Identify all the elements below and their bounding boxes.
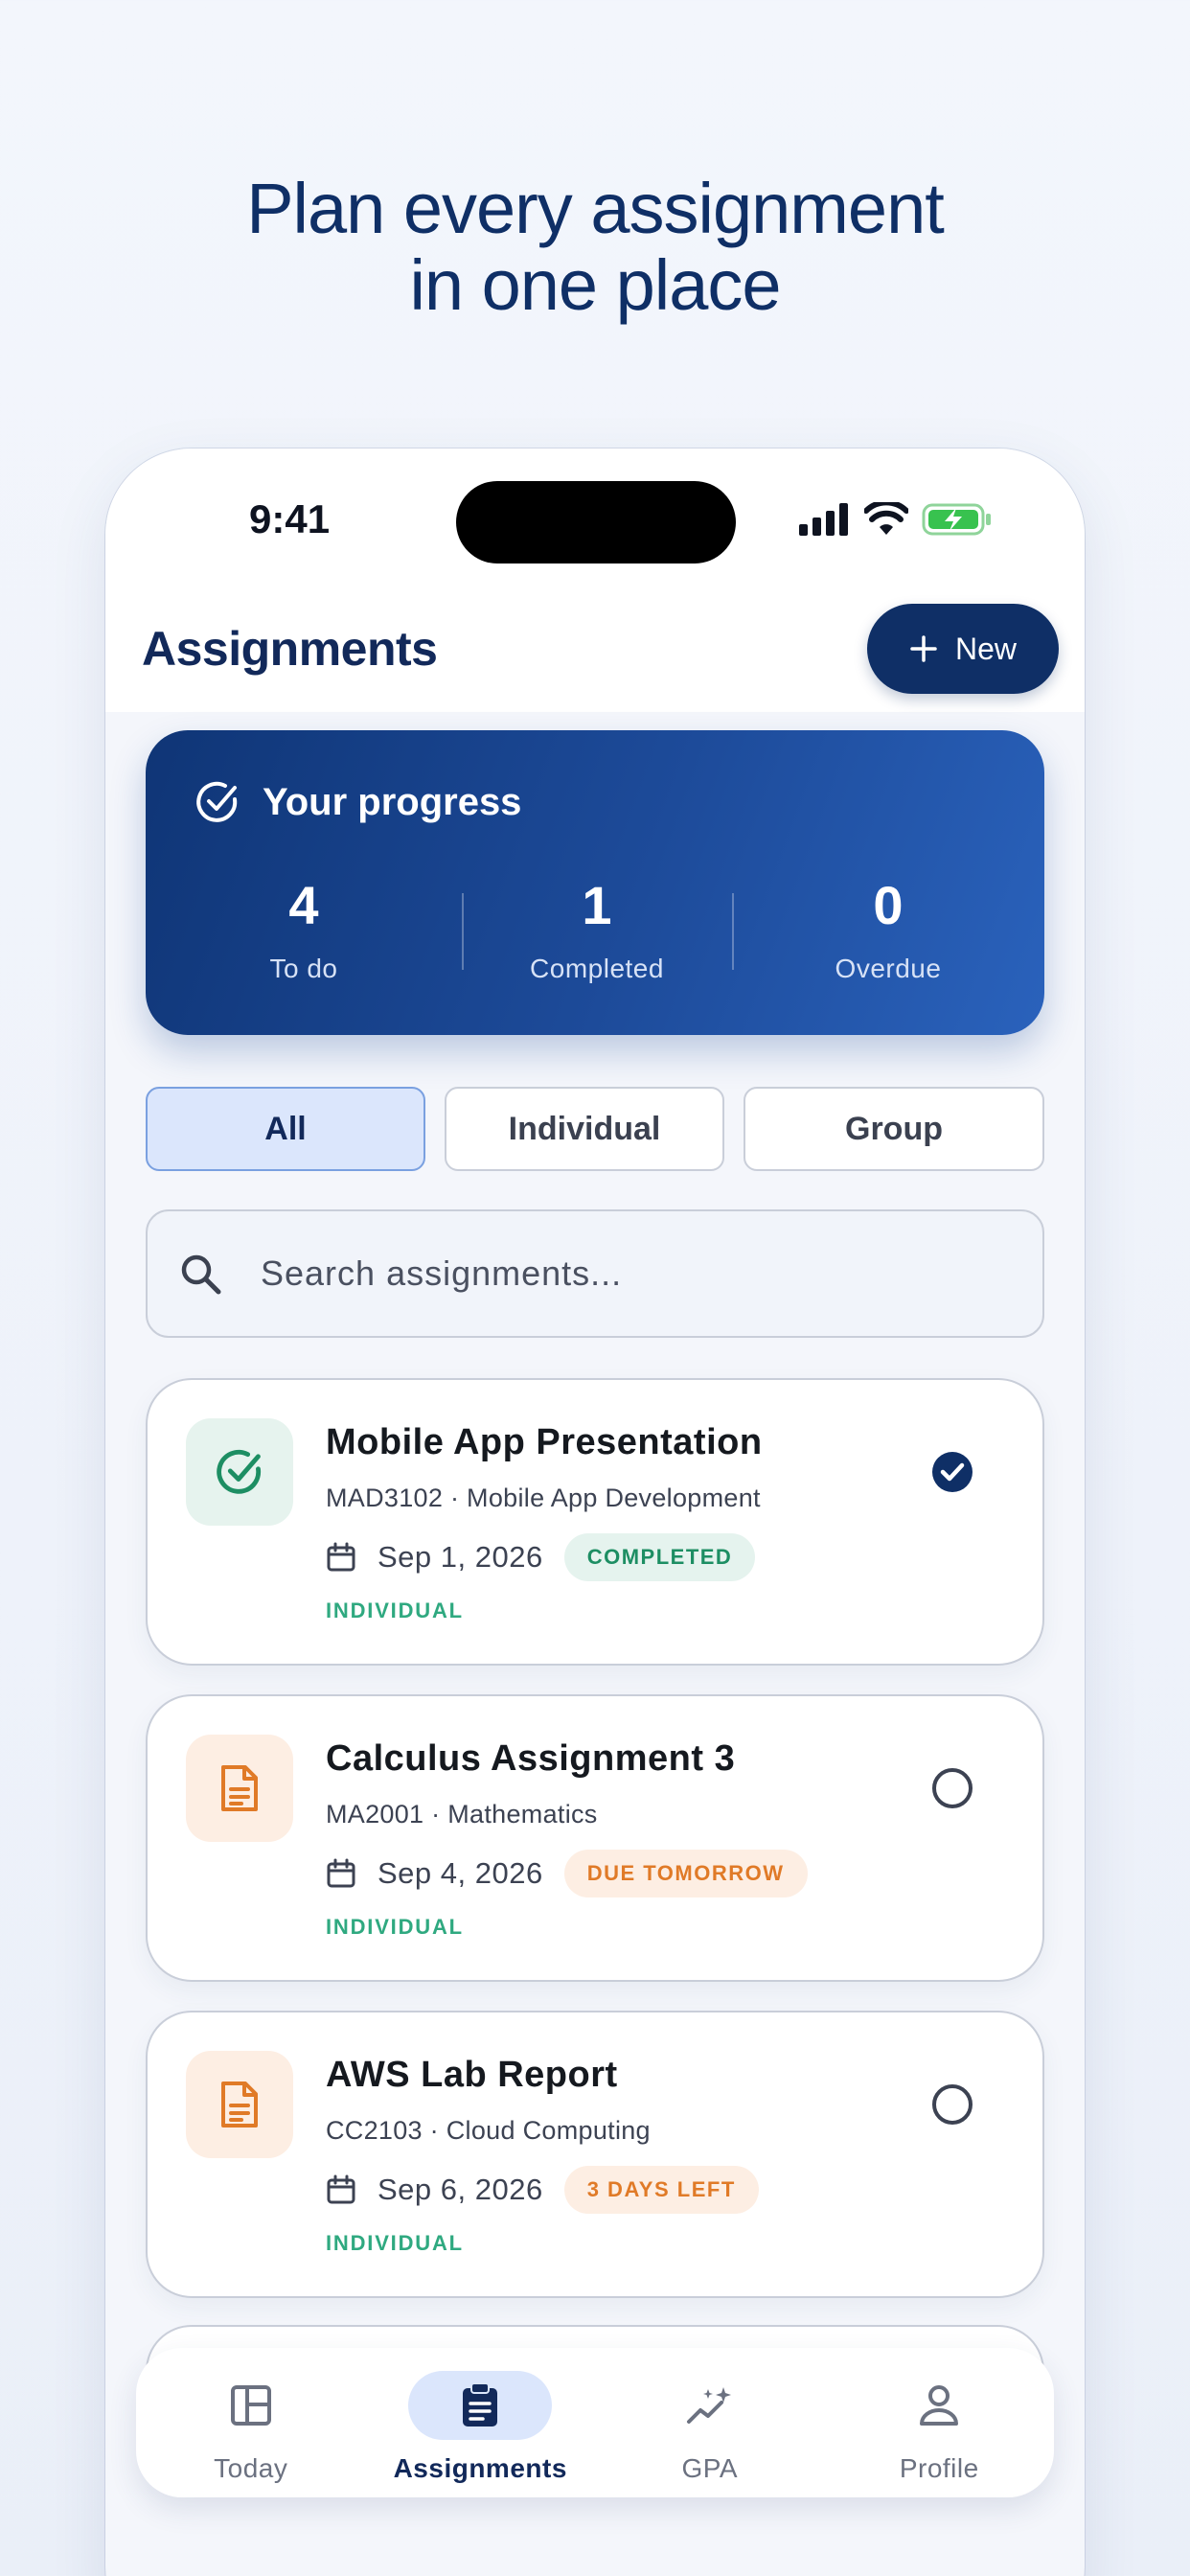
cellular-signal-icon bbox=[799, 503, 848, 536]
check-circle-icon bbox=[217, 1449, 262, 1494]
assignment-due: Sep 4, 2026 DUE TOMORROW bbox=[326, 1850, 808, 1898]
marketing-headline: Plan every assignment in one place bbox=[0, 171, 1190, 324]
progress-card: Your progress 4 To do 1 Completed 0 Over… bbox=[146, 730, 1044, 1035]
stat-overdue: 0 Overdue bbox=[732, 874, 1044, 984]
assignment-type: INDIVIDUAL bbox=[326, 2231, 464, 2255]
checked-circle-icon[interactable] bbox=[931, 1451, 973, 1493]
filter-group[interactable]: Group bbox=[744, 1087, 1044, 1171]
tab-today[interactable]: Today bbox=[136, 2348, 366, 2497]
assignment-card[interactable]: Calculus Assignment 3 MA2001 · Mathemati… bbox=[146, 1694, 1044, 1982]
assignment-type: INDIVIDUAL bbox=[326, 1598, 464, 1622]
status-badge: 3 DAYS LEFT bbox=[563, 2166, 759, 2214]
filter-all[interactable]: All bbox=[146, 1087, 425, 1171]
status-time: 9:41 bbox=[249, 496, 331, 541]
tab-label: GPA bbox=[681, 2453, 739, 2483]
assignment-date: Sep 1, 2026 bbox=[378, 1540, 543, 1574]
assignment-date: Sep 6, 2026 bbox=[378, 2173, 543, 2206]
dynamic-island bbox=[456, 481, 736, 564]
stat-completed: 1 Completed bbox=[462, 874, 732, 984]
stat-label: Overdue bbox=[835, 954, 942, 983]
user-icon bbox=[920, 2385, 959, 2426]
phone-frame: 9:41 Assignments New Your progress 4 To … bbox=[105, 448, 1085, 2576]
assignment-title: Mobile App Presentation bbox=[326, 1422, 763, 1462]
progress-title: Your progress bbox=[263, 780, 522, 823]
new-button-label: New bbox=[954, 631, 1017, 666]
stat-label: Completed bbox=[530, 954, 664, 983]
assignment-title: AWS Lab Report bbox=[326, 2055, 618, 2095]
tab-label: Assignments bbox=[393, 2453, 567, 2483]
stat-value: 1 bbox=[582, 875, 612, 935]
sparkle-chart-icon bbox=[686, 2387, 731, 2424]
assignment-type: INDIVIDUAL bbox=[326, 1915, 464, 1939]
tab-icon-wrap bbox=[408, 2371, 553, 2440]
new-assignment-button[interactable]: New bbox=[867, 604, 1059, 694]
stat-label: To do bbox=[269, 954, 338, 983]
filter-individual[interactable]: Individual bbox=[445, 1087, 724, 1171]
assignment-due: Sep 1, 2026 COMPLETED bbox=[326, 1533, 756, 1581]
document-icon bbox=[221, 2082, 258, 2128]
filter-segment: All Individual Group bbox=[146, 1087, 1044, 1171]
battery-charging-icon bbox=[922, 503, 991, 536]
calendar-icon bbox=[327, 1858, 355, 1888]
tab-assignments[interactable]: Assignments bbox=[366, 2348, 596, 2497]
headline-line-2: in one place bbox=[409, 245, 781, 325]
plus-icon bbox=[910, 635, 937, 662]
assignment-course: MAD3102 · Mobile App Development bbox=[326, 1484, 761, 1512]
status-badge: COMPLETED bbox=[563, 1533, 756, 1581]
search-box[interactable] bbox=[146, 1209, 1044, 1338]
tab-icon-wrap bbox=[638, 2371, 782, 2440]
check-circle-icon bbox=[196, 781, 238, 822]
layout-panel-icon bbox=[230, 2385, 271, 2426]
assignment-title: Calculus Assignment 3 bbox=[326, 1738, 736, 1779]
unchecked-circle-icon[interactable] bbox=[931, 2083, 973, 2126]
calendar-icon bbox=[327, 2174, 355, 2204]
tab-icon-wrap bbox=[867, 2371, 1011, 2440]
assignment-due: Sep 6, 2026 3 DAYS LEFT bbox=[326, 2166, 759, 2214]
completed-badge bbox=[186, 1418, 293, 1526]
document-badge bbox=[186, 1735, 293, 1842]
tab-bar: Today Assignments GPA Profile bbox=[136, 2348, 1054, 2497]
stat-value: 4 bbox=[288, 875, 319, 935]
document-icon bbox=[221, 1765, 258, 1811]
stat-value: 0 bbox=[873, 875, 904, 935]
search-icon bbox=[181, 1254, 221, 1295]
calendar-icon bbox=[327, 1542, 355, 1572]
tab-icon-wrap bbox=[179, 2371, 323, 2440]
tab-label: Profile bbox=[899, 2453, 979, 2483]
assignment-card[interactable]: Mobile App Presentation MAD3102 · Mobile… bbox=[146, 1378, 1044, 1666]
headline-line-1: Plan every assignment bbox=[246, 169, 945, 248]
page-title: Assignments bbox=[142, 622, 438, 676]
unchecked-circle-icon[interactable] bbox=[931, 1767, 973, 1809]
assignment-date: Sep 4, 2026 bbox=[378, 1856, 543, 1890]
document-badge bbox=[186, 2051, 293, 2158]
tab-profile[interactable]: Profile bbox=[825, 2348, 1055, 2497]
assignment-course: CC2103 · Cloud Computing bbox=[326, 2116, 651, 2145]
assignment-course: MA2001 · Mathematics bbox=[326, 1800, 598, 1828]
status-badge: DUE TOMORROW bbox=[563, 1850, 808, 1898]
progress-stats: 4 To do 1 Completed 0 Overdue bbox=[146, 874, 1044, 984]
stat-todo: 4 To do bbox=[146, 874, 462, 984]
tab-gpa[interactable]: GPA bbox=[595, 2348, 825, 2497]
wifi-icon bbox=[864, 502, 908, 535]
status-icons bbox=[799, 502, 993, 537]
assignment-card[interactable]: AWS Lab Report CC2103 · Cloud Computing … bbox=[146, 2011, 1044, 2298]
clipboard-icon bbox=[463, 2382, 498, 2426]
tab-label: Today bbox=[214, 2453, 288, 2483]
progress-header: Your progress bbox=[194, 778, 521, 826]
search-input[interactable] bbox=[261, 1254, 989, 1294]
